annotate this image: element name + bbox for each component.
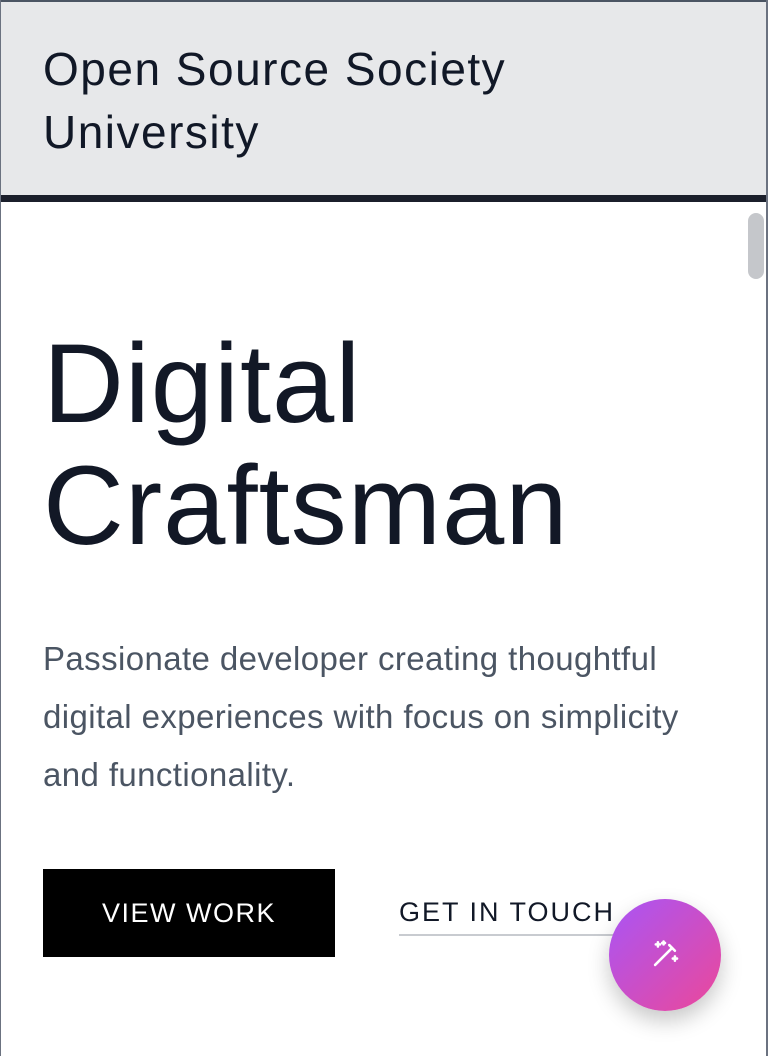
- hero-title: Digital Craftsman: [43, 323, 743, 567]
- page-frame: Open Source Society University Digital C…: [0, 0, 768, 1056]
- view-work-button[interactable]: VIEW WORK: [43, 869, 335, 957]
- scrollbar-thumb[interactable]: [748, 213, 764, 279]
- hero-title-line-2: Craftsman: [43, 443, 569, 568]
- header-divider: [1, 195, 766, 202]
- hero-title-line-1: Digital: [43, 321, 362, 446]
- hero-description: Passionate developer creating thoughtful…: [43, 640, 679, 793]
- site-header: Open Source Society University: [1, 0, 766, 195]
- magic-wand-fab-button[interactable]: [609, 899, 721, 1011]
- magic-wand-icon: [653, 940, 679, 967]
- get-in-touch-link[interactable]: GET IN TOUCH: [399, 892, 616, 936]
- scrollbar[interactable]: [744, 202, 766, 1056]
- site-brand[interactable]: Open Source Society University: [43, 38, 603, 164]
